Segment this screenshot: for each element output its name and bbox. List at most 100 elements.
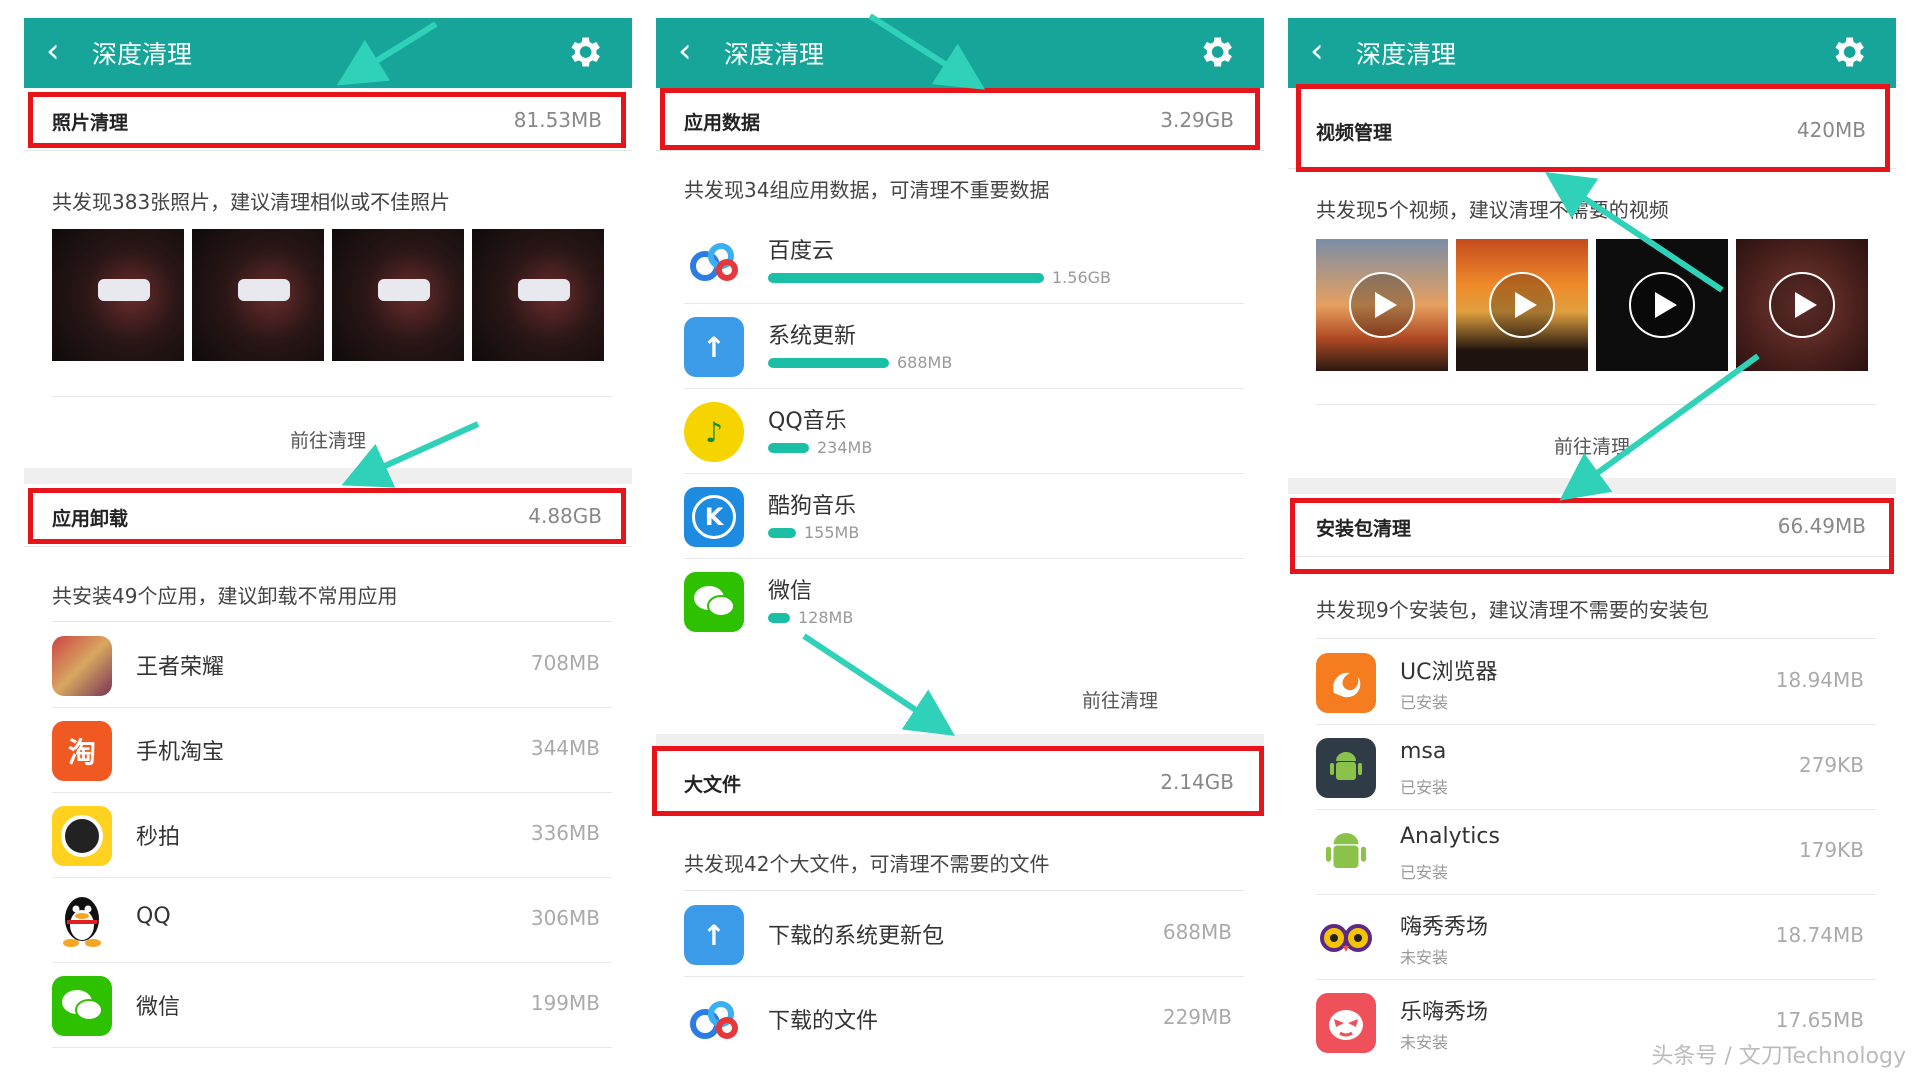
list-item[interactable]: 百度云 1.56GB: [684, 218, 1244, 304]
panel-photo-app-cleanup: ‹ 深度清理 照片清理 81.53MB 共发现383张照片，建议清理相似或不佳照…: [24, 18, 632, 1068]
video-thumbnails: [1316, 239, 1868, 371]
photo-thumbnail[interactable]: [472, 229, 604, 361]
video-thumbnail[interactable]: [1596, 239, 1728, 371]
uc-browser-icon: [1316, 653, 1376, 713]
cloud-icon: [684, 232, 744, 292]
item-size: 344MB: [530, 736, 600, 760]
video-thumbnail[interactable]: [1456, 239, 1588, 371]
item-size: 179KB: [1798, 838, 1864, 862]
section-gap: [1288, 478, 1896, 494]
section-description: 共发现34组应用数据，可清理不重要数据: [684, 178, 1050, 202]
list-item[interactable]: 王者荣耀 708MB: [52, 622, 612, 708]
penguin-icon: [52, 891, 112, 951]
usage-bar: [768, 358, 889, 368]
kugou-glyph: K: [692, 495, 736, 539]
install-status: 未安装: [1400, 948, 1449, 967]
goto-clean-button[interactable]: 前往清理: [1288, 432, 1896, 459]
list-item[interactable]: 秒拍 336MB: [52, 792, 612, 878]
highlight-box: [652, 746, 1264, 816]
list-item[interactable]: K 酷狗音乐 155MB: [684, 473, 1244, 559]
item-size: 18.74MB: [1775, 923, 1864, 947]
music-icon: ♪: [684, 402, 744, 462]
wechat-icon: [684, 572, 744, 632]
video-thumbnail[interactable]: [1316, 239, 1448, 371]
item-label: 手机淘宝: [136, 740, 225, 765]
item-label: UC浏览器: [1400, 660, 1498, 685]
item-label: 下载的系统更新包: [768, 924, 945, 949]
section-description: 共发现383张照片，建议清理相似或不佳照片: [52, 190, 451, 214]
section-description: 共发现5个视频，建议清理不需要的视频: [1316, 198, 1669, 222]
list-item[interactable]: QQ 306MB: [52, 877, 612, 963]
item-label: 微信: [768, 579, 813, 604]
highlight-box: [660, 88, 1260, 150]
item-label: 王者荣耀: [136, 655, 225, 680]
play-icon: [1629, 272, 1695, 338]
item-size: 155MB: [804, 523, 860, 542]
item-label: QQ音乐: [768, 409, 847, 434]
list-item[interactable]: ↑ 系统更新 688MB: [684, 303, 1244, 389]
item-size: 336MB: [530, 821, 600, 845]
item-label: 微信: [136, 995, 181, 1020]
photo-thumbnails: [52, 229, 604, 361]
photo-thumbnail[interactable]: [332, 229, 464, 361]
taobao-glyph: 淘: [67, 736, 96, 769]
page-title: 深度清理: [724, 40, 825, 69]
photo-thumbnail[interactable]: [52, 229, 184, 361]
usage-bar: [768, 273, 1044, 283]
photo-thumbnail[interactable]: [192, 229, 324, 361]
install-status: 未安装: [1400, 1033, 1449, 1052]
item-size: 688MB: [1162, 920, 1232, 944]
panel-video-apk: ‹ 深度清理 视频管理 420MB 共发现5个视频，建议清理不需要的视频 前往清…: [1288, 18, 1896, 1068]
android-icon: [1316, 738, 1376, 798]
item-label: 酷狗音乐: [768, 494, 857, 519]
item-size: 688MB: [897, 353, 953, 372]
list-item[interactable]: 微信 128MB: [684, 558, 1244, 643]
gear-icon[interactable]: [1196, 32, 1236, 72]
video-thumbnail[interactable]: [1736, 239, 1868, 371]
goto-clean-button[interactable]: 前往清理: [24, 426, 632, 453]
highlight-box: [28, 488, 626, 544]
item-size: 708MB: [530, 651, 600, 675]
list-item[interactable]: UC浏览器 已安装 18.94MB: [1316, 639, 1876, 725]
android-icon: [1316, 823, 1376, 883]
item-size: 18.94MB: [1775, 668, 1864, 692]
back-icon[interactable]: ‹: [46, 34, 60, 68]
usage-bar: [768, 528, 796, 538]
highlight-box: [28, 92, 626, 148]
app-bar: ‹ 深度清理: [656, 18, 1264, 88]
highlight-box: [1296, 84, 1890, 172]
item-size: 306MB: [530, 906, 600, 930]
divider: [52, 396, 612, 397]
install-status: 已安装: [1400, 863, 1449, 882]
app-bar: ‹ 深度清理: [24, 18, 632, 88]
item-size: 128MB: [798, 608, 854, 627]
item-label: 系统更新: [768, 324, 857, 349]
list-item[interactable]: msa 已安装 279KB: [1316, 724, 1876, 810]
list-item[interactable]: 淘 手机淘宝 344MB: [52, 707, 612, 793]
item-label: 下载的文件: [768, 1009, 879, 1034]
camera-icon: [52, 806, 112, 866]
mask-icon: [1316, 993, 1376, 1053]
gear-icon[interactable]: [564, 32, 604, 72]
watermark: 头条号 / 文刀Technology: [1651, 1044, 1906, 1069]
back-icon[interactable]: ‹: [678, 34, 692, 68]
divider: [1316, 404, 1876, 405]
item-label: QQ: [136, 904, 171, 929]
cloud-icon: [684, 990, 744, 1050]
list-item[interactable]: 嗨秀秀场 未安装 18.74MB: [1316, 894, 1876, 980]
kugou-icon: K: [684, 487, 744, 547]
app-bar: ‹ 深度清理: [1288, 18, 1896, 88]
list-item[interactable]: ↑ 下载的系统更新包 688MB: [684, 891, 1244, 977]
page-title: 深度清理: [92, 40, 193, 69]
item-size: 1.56GB: [1052, 268, 1111, 287]
back-icon[interactable]: ‹: [1310, 34, 1324, 68]
list-item[interactable]: Analytics 已安装 179KB: [1316, 809, 1876, 895]
gear-icon[interactable]: [1828, 32, 1868, 72]
list-item[interactable]: ♪ QQ音乐 234MB: [684, 388, 1244, 474]
panel-appdata-bigfile: ‹ 深度清理 应用数据 3.29GB 共发现34组应用数据，可清理不重要数据 百…: [652, 18, 1264, 1068]
wechat-icon: [52, 976, 112, 1036]
owl-icon: [1316, 908, 1376, 968]
list-item[interactable]: 下载的文件 229MB: [684, 976, 1244, 1061]
section-description: 共发现42个大文件，可清理不需要的文件: [684, 852, 1050, 876]
list-item[interactable]: 微信 199MB: [52, 962, 612, 1048]
